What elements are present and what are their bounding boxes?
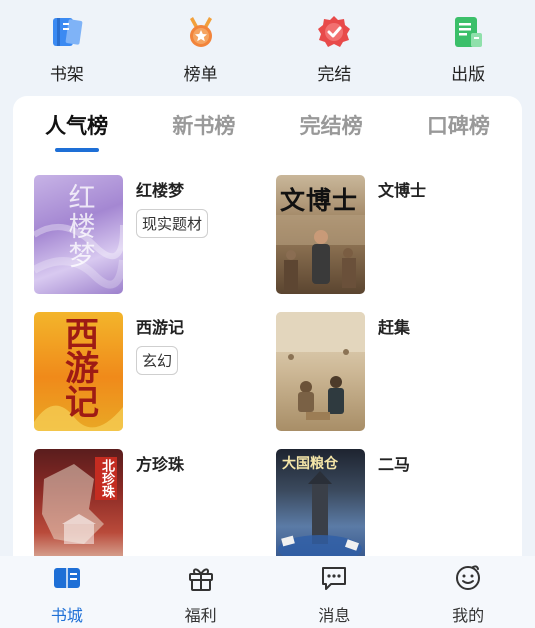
quick-nav-publish[interactable]: 出版	[423, 14, 513, 85]
bookstore-icon	[52, 564, 82, 592]
quick-nav-bookshelf[interactable]: 书架	[22, 14, 112, 85]
book-cover: 北珍珠	[34, 449, 123, 556]
book-cover	[276, 312, 365, 431]
tab-completed[interactable]: 完结榜	[296, 110, 367, 140]
cover-title: 红楼梦	[63, 183, 95, 270]
bookshelf-icon	[49, 14, 85, 50]
bottom-nav-label: 福利	[184, 606, 217, 625]
book-title: 红楼梦	[136, 181, 185, 200]
cover-title: 西游记	[58, 316, 99, 418]
cover-title: 大国粮仓	[282, 456, 338, 472]
message-icon	[319, 564, 349, 592]
bottom-nav-label: 书城	[50, 606, 83, 625]
active-tab-indicator	[54, 148, 99, 152]
book-tag: 玄幻	[136, 346, 179, 375]
profile-icon	[453, 564, 483, 592]
book-title: 二马	[378, 455, 411, 474]
tab-new-books[interactable]: 新书榜	[168, 110, 239, 140]
medal-icon	[183, 14, 219, 50]
book-item-fangzhenzhu[interactable]: 北珍珠 方珍珠	[34, 449, 276, 556]
book-list: 红楼梦 红楼梦 现实题材 文博士 文博士 西游记 西游记 玄幻 赶集 北珍珠 方…	[34, 175, 514, 556]
book-cover: 红楼梦	[34, 175, 123, 294]
tab-reputation[interactable]: 口碑榜	[423, 110, 494, 140]
cover-title: 文博士	[280, 186, 359, 215]
bottom-nav: 书城 福利 消息 我的	[0, 556, 535, 628]
tab-label: 口碑榜	[426, 114, 490, 138]
bottom-nav-messages[interactable]: 消息	[289, 564, 379, 626]
ranking-tabs: 人气榜 新书榜 完结榜 口碑榜	[13, 96, 522, 154]
quick-nav-label: 书架	[49, 65, 84, 85]
book-title: 方珍珠	[136, 455, 185, 474]
quick-nav: 书架 榜单 完结 出版	[0, 0, 535, 96]
bottom-nav-profile[interactable]: 我的	[423, 564, 513, 626]
book-item-xiyouji[interactable]: 西游记 西游记 玄幻	[34, 312, 276, 431]
book-item-wenboshi[interactable]: 文博士 文博士	[276, 175, 514, 294]
gift-icon	[186, 564, 216, 592]
book-cover: 文博士	[276, 175, 365, 294]
tab-popular[interactable]: 人气榜	[41, 110, 112, 152]
cover-title: 北珍珠	[95, 457, 117, 500]
bottom-nav-label: 消息	[318, 606, 351, 625]
book-cover: 西游记	[34, 312, 123, 431]
cover-art	[276, 312, 365, 420]
book-tag: 现实题材	[136, 209, 209, 238]
tab-label: 新书榜	[172, 114, 236, 138]
quick-nav-ranking[interactable]: 榜单	[156, 14, 246, 85]
quick-nav-completed[interactable]: 完结	[289, 14, 379, 85]
book-item-hongloumeng[interactable]: 红楼梦 红楼梦 现实题材	[34, 175, 276, 294]
bottom-nav-welfare[interactable]: 福利	[156, 564, 246, 626]
ranking-card: 人气榜 新书榜 完结榜 口碑榜 红楼梦 红楼梦 现实题材 文博士 文博士 西游记…	[13, 96, 522, 556]
completed-badge-icon	[316, 14, 352, 50]
quick-nav-label: 榜单	[183, 65, 218, 85]
book-cover: 大国粮仓	[276, 449, 365, 556]
book-item-erma[interactable]: 大国粮仓 二马	[276, 449, 514, 556]
tab-label: 完结榜	[299, 114, 363, 138]
quick-nav-label: 完结	[317, 65, 352, 85]
quick-nav-label: 出版	[451, 65, 486, 85]
bottom-nav-label: 我的	[452, 606, 485, 625]
book-title: 西游记	[136, 318, 185, 337]
publish-icon	[450, 14, 486, 50]
book-item-ganji[interactable]: 赶集	[276, 312, 514, 431]
book-title: 文博士	[378, 181, 427, 200]
book-title: 赶集	[378, 318, 411, 337]
tab-label: 人气榜	[45, 114, 109, 138]
bottom-nav-bookstore[interactable]: 书城	[22, 564, 112, 626]
